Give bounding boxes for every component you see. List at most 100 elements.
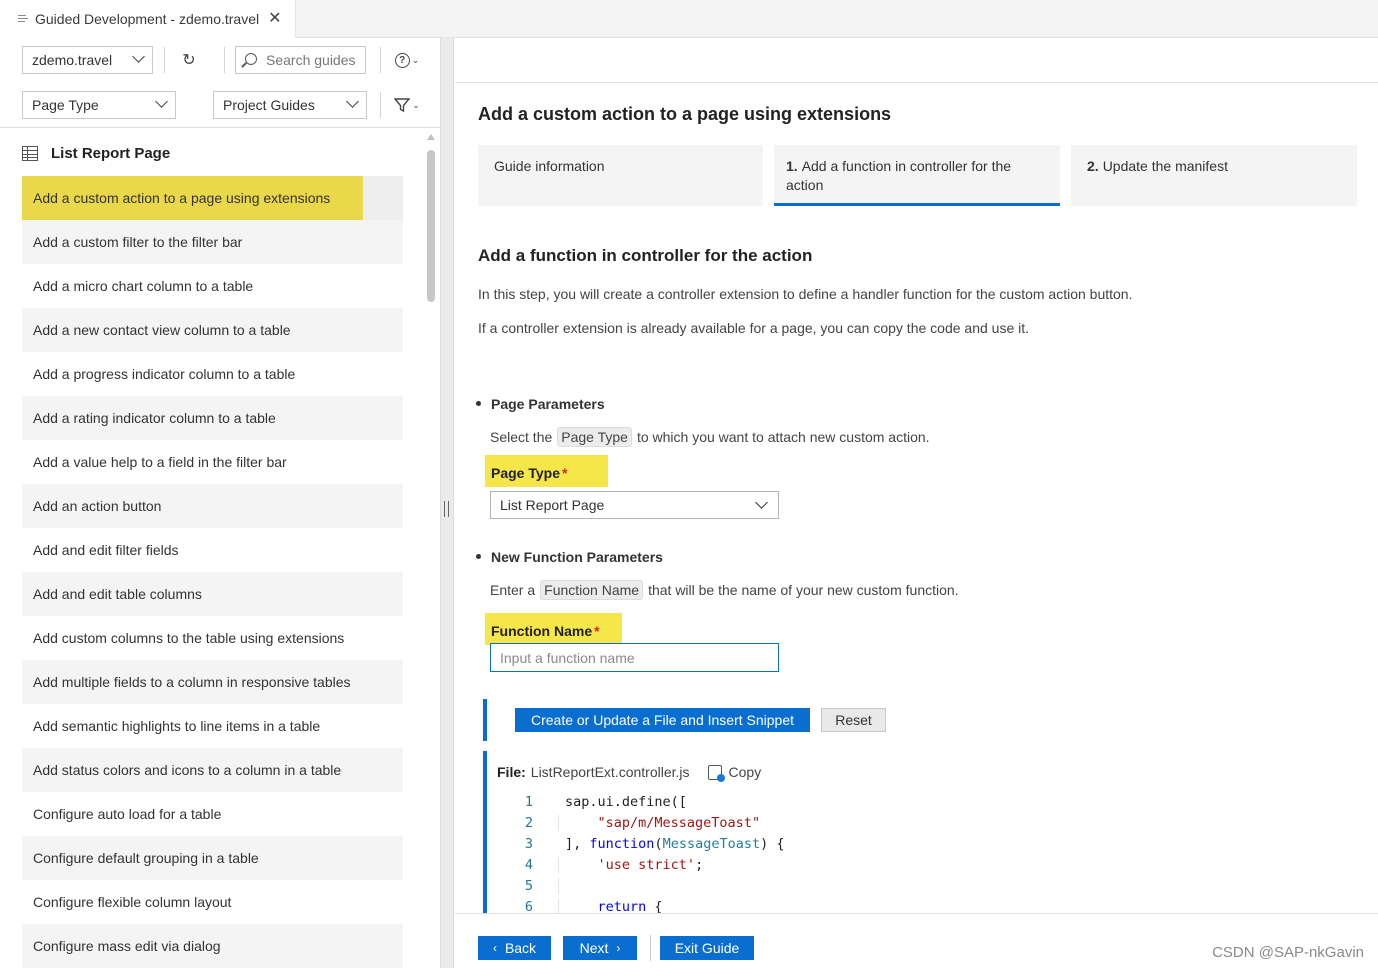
page-type-label: Page Type *: [485, 455, 608, 487]
search-placeholder: Search guides: [266, 52, 356, 68]
reset-button[interactable]: Reset: [821, 708, 886, 732]
copy-button[interactable]: Copy: [707, 764, 761, 782]
guide-list: Add a custom action to a page using exte…: [22, 176, 403, 968]
file-header: File: ListReportExt.controller.js Copy: [497, 764, 761, 782]
watermark: CSDN @SAP-nkGavin: [1212, 944, 1364, 961]
function-name-label: Function Name *: [485, 613, 622, 645]
search-input[interactable]: Search guides: [235, 46, 366, 74]
guide-list-item[interactable]: Configure flexible column layout: [22, 880, 403, 924]
scroll-thumb[interactable]: [427, 150, 435, 302]
required-marker: *: [594, 623, 600, 639]
project-select[interactable]: zdemo.travel: [22, 46, 153, 74]
line-number: 3: [524, 835, 533, 852]
refresh-icon[interactable]: ↻: [176, 47, 202, 73]
divider: [650, 935, 651, 961]
back-button[interactable]: ‹ Back: [478, 936, 551, 960]
page-type-filter-value: Page Type: [32, 97, 99, 113]
divider: [0, 127, 440, 128]
bullet: [476, 401, 481, 406]
help-icon: ?: [394, 52, 410, 68]
page-type-filter[interactable]: Page Type: [22, 91, 176, 119]
guide-list-item[interactable]: Add a value help to a field in the filte…: [22, 440, 403, 484]
guide-list-item[interactable]: Add semantic highlights to line items in…: [22, 704, 403, 748]
editor-tab-guided-development[interactable]: Guided Development - zdemo.travel ✕: [0, 0, 296, 38]
page-title: Add a custom action to a page using exte…: [478, 104, 892, 124]
step-label: Update the manifest: [1102, 158, 1228, 174]
close-icon[interactable]: ✕: [268, 11, 281, 27]
chevron-left-icon: ‹: [492, 941, 497, 955]
chevron-down-icon: [755, 496, 768, 509]
code-line: 4 'use strict';: [487, 854, 785, 875]
step-label: Guide information: [494, 158, 605, 174]
create-or-update-button[interactable]: Create or Update a File and Insert Snipp…: [515, 708, 810, 732]
step-number: 2.: [1087, 158, 1099, 174]
label-text: Page Type: [491, 465, 560, 481]
code-line: 5: [487, 875, 785, 896]
guide-list-item[interactable]: Add an action button: [22, 484, 403, 528]
code-text: ], function(MessageToast) {: [565, 835, 785, 852]
step-title: Add a function in controller for the act…: [478, 246, 813, 265]
guide-list-item[interactable]: Add a micro chart column to a table: [22, 264, 403, 308]
guide-list-item[interactable]: Add and edit table columns: [22, 572, 403, 616]
project-select-value: zdemo.travel: [32, 52, 113, 68]
code-text: sap.ui.define([: [565, 793, 687, 810]
required-marker: *: [562, 465, 568, 481]
function-parameters-heading: New Function Parameters: [491, 549, 663, 565]
code-line: 3 ], function(MessageToast) {: [487, 833, 785, 854]
section-title: List Report Page: [51, 145, 171, 162]
text: to which you want to attach new custom a…: [636, 429, 930, 445]
code-snippet: File: ListReportExt.controller.js Copy 1…: [483, 751, 1378, 913]
step-1[interactable]: 1. Add a function in controller for the a…: [774, 145, 1060, 206]
divider: [164, 47, 165, 73]
guide-list-item[interactable]: Configure auto load for a table: [22, 792, 403, 836]
divider: [224, 47, 225, 73]
guide-list-item[interactable]: Configure default grouping in a table: [22, 836, 403, 880]
help-menu-button[interactable]: ? ⌄: [392, 47, 422, 73]
chevron-down-icon: ⌄: [412, 99, 420, 110]
editor-tab-bar: Guided Development - zdemo.travel ✕: [0, 0, 1378, 38]
guide-list-item[interactable]: Add status colors and icons to a column …: [22, 748, 403, 792]
page-parameters-text: Select the Page Type to which you want t…: [490, 427, 930, 447]
exit-guide-button[interactable]: Exit Guide: [660, 936, 754, 960]
function-name-input[interactable]: [490, 643, 779, 672]
clipboard-icon: [707, 764, 725, 782]
project-guides-filter[interactable]: Project Guides: [213, 91, 367, 119]
label-text: Function Name: [491, 623, 593, 639]
chevron-down-icon: [132, 50, 145, 63]
guide-list-item[interactable]: Add a new contact view column to a table: [22, 308, 403, 352]
back-label: Back: [504, 940, 537, 956]
code-text: [558, 877, 573, 894]
scroll-up-arrow-icon[interactable]: [427, 134, 435, 140]
chevron-right-icon: ›: [616, 941, 621, 955]
line-number: 5: [524, 877, 533, 894]
scrollbar[interactable]: [426, 134, 436, 968]
code-lines: 1 sap.ui.define([ 2 "sap/m/MessageToast" …: [487, 791, 785, 913]
step-number: 1.: [786, 158, 798, 174]
next-label: Next: [579, 940, 609, 956]
guide-list-item[interactable]: Add multiple fields to a column in respo…: [22, 660, 403, 704]
guide-list-item[interactable]: Add a progress indicator column to a tab…: [22, 352, 403, 396]
guide-list-item[interactable]: Add custom columns to the table using ex…: [22, 616, 403, 660]
filter-menu-button[interactable]: ⌄: [392, 92, 422, 118]
text: Enter a: [490, 582, 536, 598]
funnel-icon: [394, 97, 411, 112]
panel-splitter[interactable]: [440, 38, 454, 968]
chevron-down-icon: [346, 95, 359, 108]
page-parameters-heading: Page Parameters: [491, 396, 605, 412]
file-label: File:: [497, 764, 526, 780]
page-type-chip: Page Type: [557, 427, 632, 447]
page-type-dropdown[interactable]: List Report Page: [490, 491, 779, 519]
guide-list-item[interactable]: Add a rating indicator column to a table: [22, 396, 403, 440]
guide-list-item[interactable]: Add a custom filter to the filter bar: [22, 220, 403, 264]
page-type-value: List Report Page: [500, 497, 605, 513]
divider: [380, 47, 381, 73]
guide-list-item[interactable]: Configure mass edit via dialog: [22, 924, 403, 968]
next-button[interactable]: Next ›: [563, 936, 637, 960]
guide-detail-panel: Add a custom action to a page using exte…: [455, 38, 1378, 968]
divider: [380, 92, 381, 118]
step-guide-information[interactable]: Guide information: [478, 145, 763, 206]
step-2[interactable]: 2. Update the manifest: [1071, 145, 1357, 206]
guide-list-item[interactable]: Add and edit filter fields: [22, 528, 403, 572]
guide-list-item[interactable]: Add a custom action to a page using exte…: [22, 176, 363, 220]
step-description: If a controller extension is already ava…: [478, 320, 1030, 336]
